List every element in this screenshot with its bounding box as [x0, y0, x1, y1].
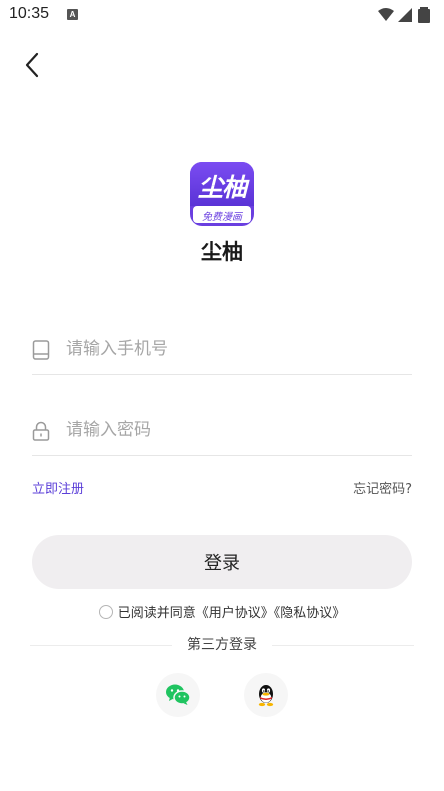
chevron-left-icon: [25, 52, 39, 78]
agreement-row: 已阅读并同意《用户协议》《隐私协议》: [0, 602, 444, 621]
login-button[interactable]: 登录: [32, 535, 412, 589]
forgot-password-link[interactable]: 忘记密码?: [353, 478, 412, 497]
status-icons: [376, 6, 436, 24]
battery-icon: [418, 7, 430, 23]
back-button[interactable]: [18, 50, 48, 80]
agreement-checkbox[interactable]: [98, 605, 113, 619]
privacy-agreement-link[interactable]: 《隐私协议》: [274, 606, 346, 621]
password-field: [32, 406, 412, 456]
third-party-divider: 第三方登录: [30, 634, 414, 656]
third-party-label: 第三方登录: [172, 634, 272, 654]
password-input[interactable]: [66, 416, 396, 444]
register-link[interactable]: 立即注册: [32, 478, 84, 497]
wechat-login-button[interactable]: [156, 673, 200, 717]
agreement-prefix: 已阅读并同意: [117, 606, 196, 621]
logo-text: 尘柚: [197, 173, 247, 202]
wechat-icon: [166, 684, 191, 705]
phone-icon: [32, 339, 50, 361]
user-agreement-link[interactable]: 《用户协议》: [196, 606, 274, 621]
phone-input[interactable]: [66, 335, 396, 363]
qq-login-button[interactable]: [244, 673, 288, 717]
qq-icon: [258, 685, 274, 707]
status-time: 10:35: [9, 5, 50, 22]
signal-icon: [398, 8, 412, 22]
lock-icon: [32, 420, 50, 442]
app-logo: 尘柚 免费漫画: [190, 162, 254, 226]
status-bar: 10:35 A: [0, 0, 444, 30]
wifi-icon: [378, 8, 394, 21]
app-name: 尘柚: [201, 240, 243, 264]
notification-icon: A: [67, 9, 78, 20]
phone-field: [32, 325, 412, 375]
logo-subtext: 免费漫画: [202, 212, 242, 223]
